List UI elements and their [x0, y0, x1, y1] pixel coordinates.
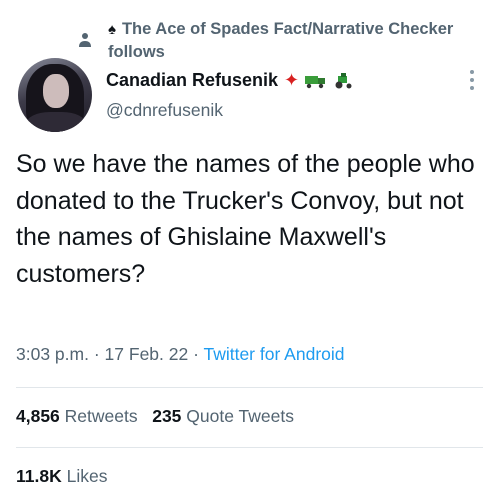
tweet-meta: 3:03 p.m. · 17 Feb. 22 · Twitter for And… — [16, 344, 345, 365]
divider — [16, 387, 483, 388]
tractor-icon — [335, 72, 352, 88]
separator-dot: · — [193, 344, 199, 364]
social-context-account[interactable]: The Ace of Spades Fact/Narrative Checker — [122, 20, 453, 38]
divider — [16, 447, 483, 448]
quote-tweets-count: 235 — [152, 406, 182, 426]
quote-tweets-label: Quote Tweets — [186, 406, 294, 426]
likes-label: Likes — [66, 466, 108, 486]
author-display-name[interactable]: Canadian Refusenik — [106, 70, 278, 91]
truck-icon — [305, 75, 326, 88]
separator-dot: · — [93, 344, 100, 364]
author-handle[interactable]: @cdnrefusenik — [106, 100, 223, 121]
retweets-label: Retweets — [64, 406, 138, 426]
avatar[interactable] — [18, 58, 92, 132]
author-name-row[interactable]: Canadian Refusenik ✦ — [106, 70, 353, 91]
engagement-stats: 4,856 Retweets 235 Quote Tweets — [16, 406, 294, 427]
maple-leaf-icon: ✦ — [284, 70, 300, 90]
tweet-date[interactable]: 17 Feb. 22 — [105, 344, 189, 364]
tweet-text: So we have the names of the people who d… — [16, 150, 475, 288]
likes-stat[interactable]: 11.8K Likes — [16, 466, 107, 487]
quote-tweets-link[interactable]: 235 Quote Tweets — [152, 406, 294, 426]
person-icon — [79, 33, 91, 47]
spade-icon: ♠ — [108, 21, 116, 38]
retweets-count: 4,856 — [16, 406, 60, 426]
tweet-source-link[interactable]: Twitter for Android — [203, 344, 344, 364]
more-options-icon[interactable] — [469, 70, 475, 92]
tweet-time[interactable]: 3:03 p.m. — [16, 344, 89, 364]
social-context-action: follows — [108, 43, 165, 61]
retweets-link[interactable]: 4,856 Retweets — [16, 406, 138, 426]
likes-count: 11.8K — [16, 466, 62, 486]
